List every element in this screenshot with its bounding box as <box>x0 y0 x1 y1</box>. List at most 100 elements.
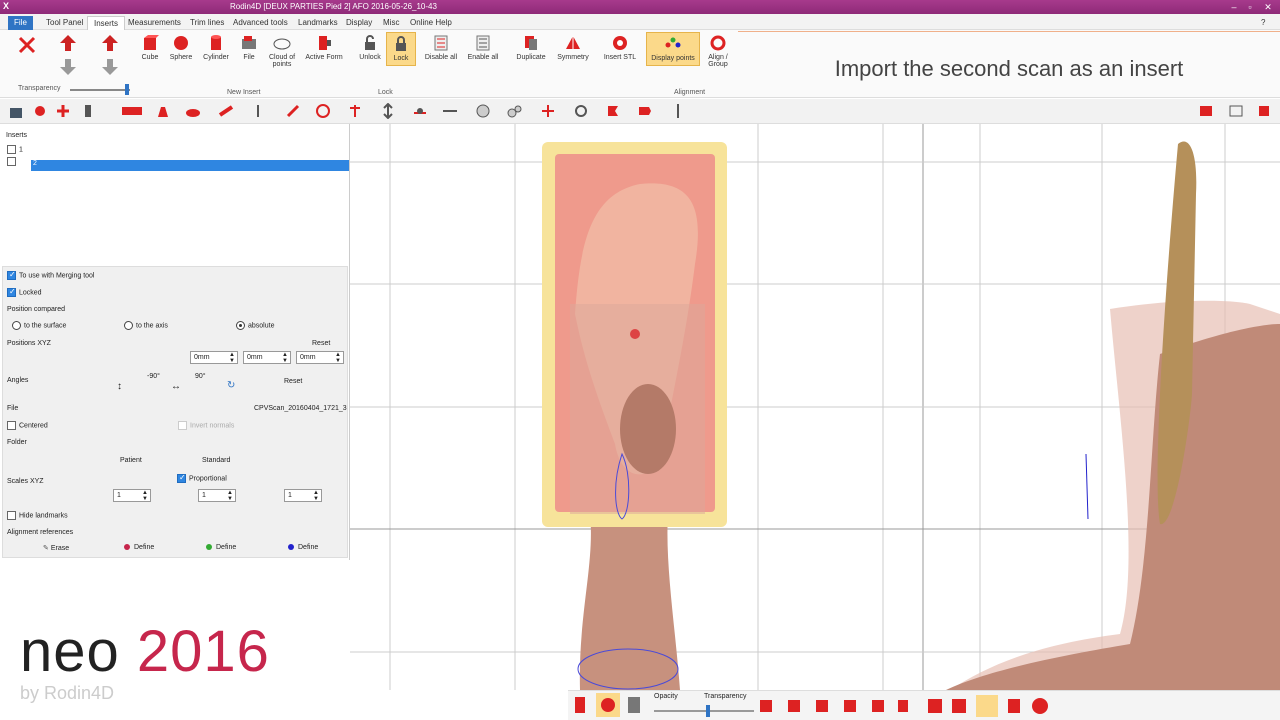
align-group-button[interactable]: Align / Group <box>699 32 737 68</box>
target-icon[interactable] <box>315 103 331 119</box>
proportional-option[interactable]: Proportional <box>177 473 227 483</box>
cut-tool-icon[interactable] <box>120 103 144 119</box>
menu-inserts[interactable]: Inserts <box>87 16 126 30</box>
split-tool-icon[interactable] <box>670 103 686 119</box>
pin-icon[interactable] <box>80 103 96 119</box>
move-down-icon[interactable] <box>58 58 78 76</box>
position-z-input[interactable]: 0mm ▲ ▼ <box>296 351 344 364</box>
view-settings-icon[interactable] <box>596 693 620 717</box>
foot-icon[interactable] <box>155 103 171 119</box>
vertical-rotate-icon[interactable]: ↕ <box>117 381 122 392</box>
next-icon[interactable] <box>1256 103 1272 119</box>
arrow-up-icon[interactable] <box>100 34 120 52</box>
spin-arrows-icon[interactable]: ▲ ▼ <box>335 352 341 364</box>
arrow-down-icon[interactable] <box>100 58 120 76</box>
duplicate-button[interactable]: Duplicate <box>512 32 550 61</box>
erase-button[interactable]: ✎ Erase <box>43 544 69 552</box>
define-green-button[interactable]: Define <box>206 544 236 551</box>
locked-option[interactable]: Locked <box>7 287 42 297</box>
sculpt-icon[interactable] <box>185 103 201 119</box>
insert-item-2[interactable]: 2 <box>31 160 349 171</box>
scale-y-input[interactable]: 1 ▲ ▼ <box>198 489 236 502</box>
define-red-button[interactable]: Define <box>124 544 154 551</box>
scene-render[interactable] <box>350 124 1280 690</box>
pen-icon[interactable] <box>285 103 301 119</box>
merging-option[interactable]: To use with Merging tool <box>7 270 94 280</box>
measure-icon[interactable] <box>250 103 266 119</box>
absolute-radio-dot[interactable] <box>236 321 245 330</box>
transparency-slider[interactable] <box>70 84 130 95</box>
level-icon[interactable] <box>412 103 428 119</box>
minimize-icon[interactable]: – <box>1228 1 1240 13</box>
settings-icon[interactable] <box>32 103 48 119</box>
insert-item-1[interactable]: 1 <box>7 145 23 154</box>
locked-checkbox[interactable] <box>7 287 16 297</box>
transparency-slider-knob[interactable] <box>125 84 129 95</box>
vertical-arrow-icon[interactable] <box>380 103 396 119</box>
absolute-radio[interactable]: absolute <box>236 321 274 330</box>
spin-arrows-icon[interactable]: ▲ ▼ <box>227 490 233 502</box>
add-icon[interactable] <box>55 103 71 119</box>
insert-item-2-checkbox-wrap[interactable] <box>7 157 19 166</box>
to-axis-radio[interactable]: to the axis <box>124 321 168 330</box>
centered-checkbox[interactable] <box>7 421 16 430</box>
proportional-checkbox[interactable] <box>177 473 186 483</box>
spin-arrows-icon[interactable]: ▲ ▼ <box>282 352 288 364</box>
scale-x-input[interactable]: 1 ▲ ▼ <box>113 489 151 502</box>
spin-arrows-icon[interactable]: ▲ ▼ <box>142 490 148 502</box>
close-icon[interactable]: ✕ <box>1262 1 1274 13</box>
3d-viewport[interactable] <box>350 124 1280 690</box>
angle-a-value[interactable]: -90° <box>147 373 160 380</box>
boot-icon[interactable] <box>570 695 590 715</box>
rotate-tool-icon[interactable] <box>573 103 589 119</box>
window-icon[interactable] <box>1228 103 1244 119</box>
circles-tool-icon[interactable] <box>507 103 523 119</box>
lock-button[interactable]: Lock <box>386 32 416 66</box>
tool-strip-icon[interactable] <box>928 695 1058 717</box>
delete-icon[interactable] <box>18 36 36 54</box>
rotate-icon[interactable]: ↻ <box>227 380 235 391</box>
circle-tool-icon[interactable] <box>475 103 491 119</box>
opacity-slider-knob[interactable] <box>706 705 710 717</box>
axis-icon[interactable] <box>347 103 363 119</box>
menu-measurements[interactable]: Measurements <box>122 16 187 30</box>
positions-reset-button[interactable]: Reset <box>312 340 330 347</box>
help-icon[interactable]: ? <box>1255 16 1271 30</box>
scale-z-input[interactable]: 1 ▲ ▼ <box>284 489 322 502</box>
menu-display[interactable]: Display <box>340 16 378 30</box>
display-points-button[interactable]: Display points <box>646 32 700 66</box>
view-cubes-icon[interactable] <box>758 698 908 714</box>
disable-all-button[interactable]: Disable all <box>422 32 460 61</box>
flag-tool-icon[interactable] <box>605 103 621 119</box>
insert-2-checkbox[interactable] <box>7 157 16 166</box>
position-y-input[interactable]: 0mm ▲ ▼ <box>243 351 291 364</box>
symmetry-button[interactable]: Symmetry <box>554 32 592 61</box>
brush-icon[interactable] <box>218 103 234 119</box>
menu-misc[interactable]: Misc <box>377 16 405 30</box>
menu-trim-lines[interactable]: Trim lines <box>184 16 230 30</box>
insert-1-checkbox[interactable] <box>7 145 16 154</box>
angles-reset-button[interactable]: Reset <box>284 378 302 385</box>
move-up-icon[interactable] <box>58 34 78 52</box>
insert-stl-button[interactable]: Insert STL <box>601 32 639 61</box>
spin-arrows-icon[interactable]: ▲ ▼ <box>229 352 235 364</box>
merging-checkbox[interactable] <box>7 270 16 280</box>
shape-tool-icon[interactable] <box>637 103 653 119</box>
sphere-button[interactable]: Sphere <box>162 32 200 61</box>
maximize-icon[interactable]: ▫ <box>1244 1 1256 13</box>
angle-b-value[interactable]: 90° <box>195 373 206 380</box>
spin-arrows-icon[interactable]: ▲ ▼ <box>313 490 319 502</box>
menu-advanced-tools[interactable]: Advanced tools <box>227 16 294 30</box>
centered-option[interactable]: Centered <box>7 421 48 430</box>
hide-landmarks-option[interactable]: Hide landmarks <box>7 511 68 520</box>
active-form-button[interactable]: Active Form <box>305 32 343 61</box>
horizontal-rotate-icon[interactable]: ↔ <box>171 381 181 392</box>
layer-icon[interactable] <box>626 695 642 715</box>
horizontal-arrow-icon[interactable] <box>442 103 458 119</box>
red-landmark-icon[interactable] <box>630 329 640 339</box>
opacity-slider[interactable] <box>654 705 754 717</box>
to-surface-radio-dot[interactable] <box>12 321 21 330</box>
menu-file[interactable]: File <box>8 16 33 30</box>
to-surface-radio[interactable]: to the surface <box>12 321 66 330</box>
unlock-button[interactable]: Unlock <box>351 32 389 61</box>
